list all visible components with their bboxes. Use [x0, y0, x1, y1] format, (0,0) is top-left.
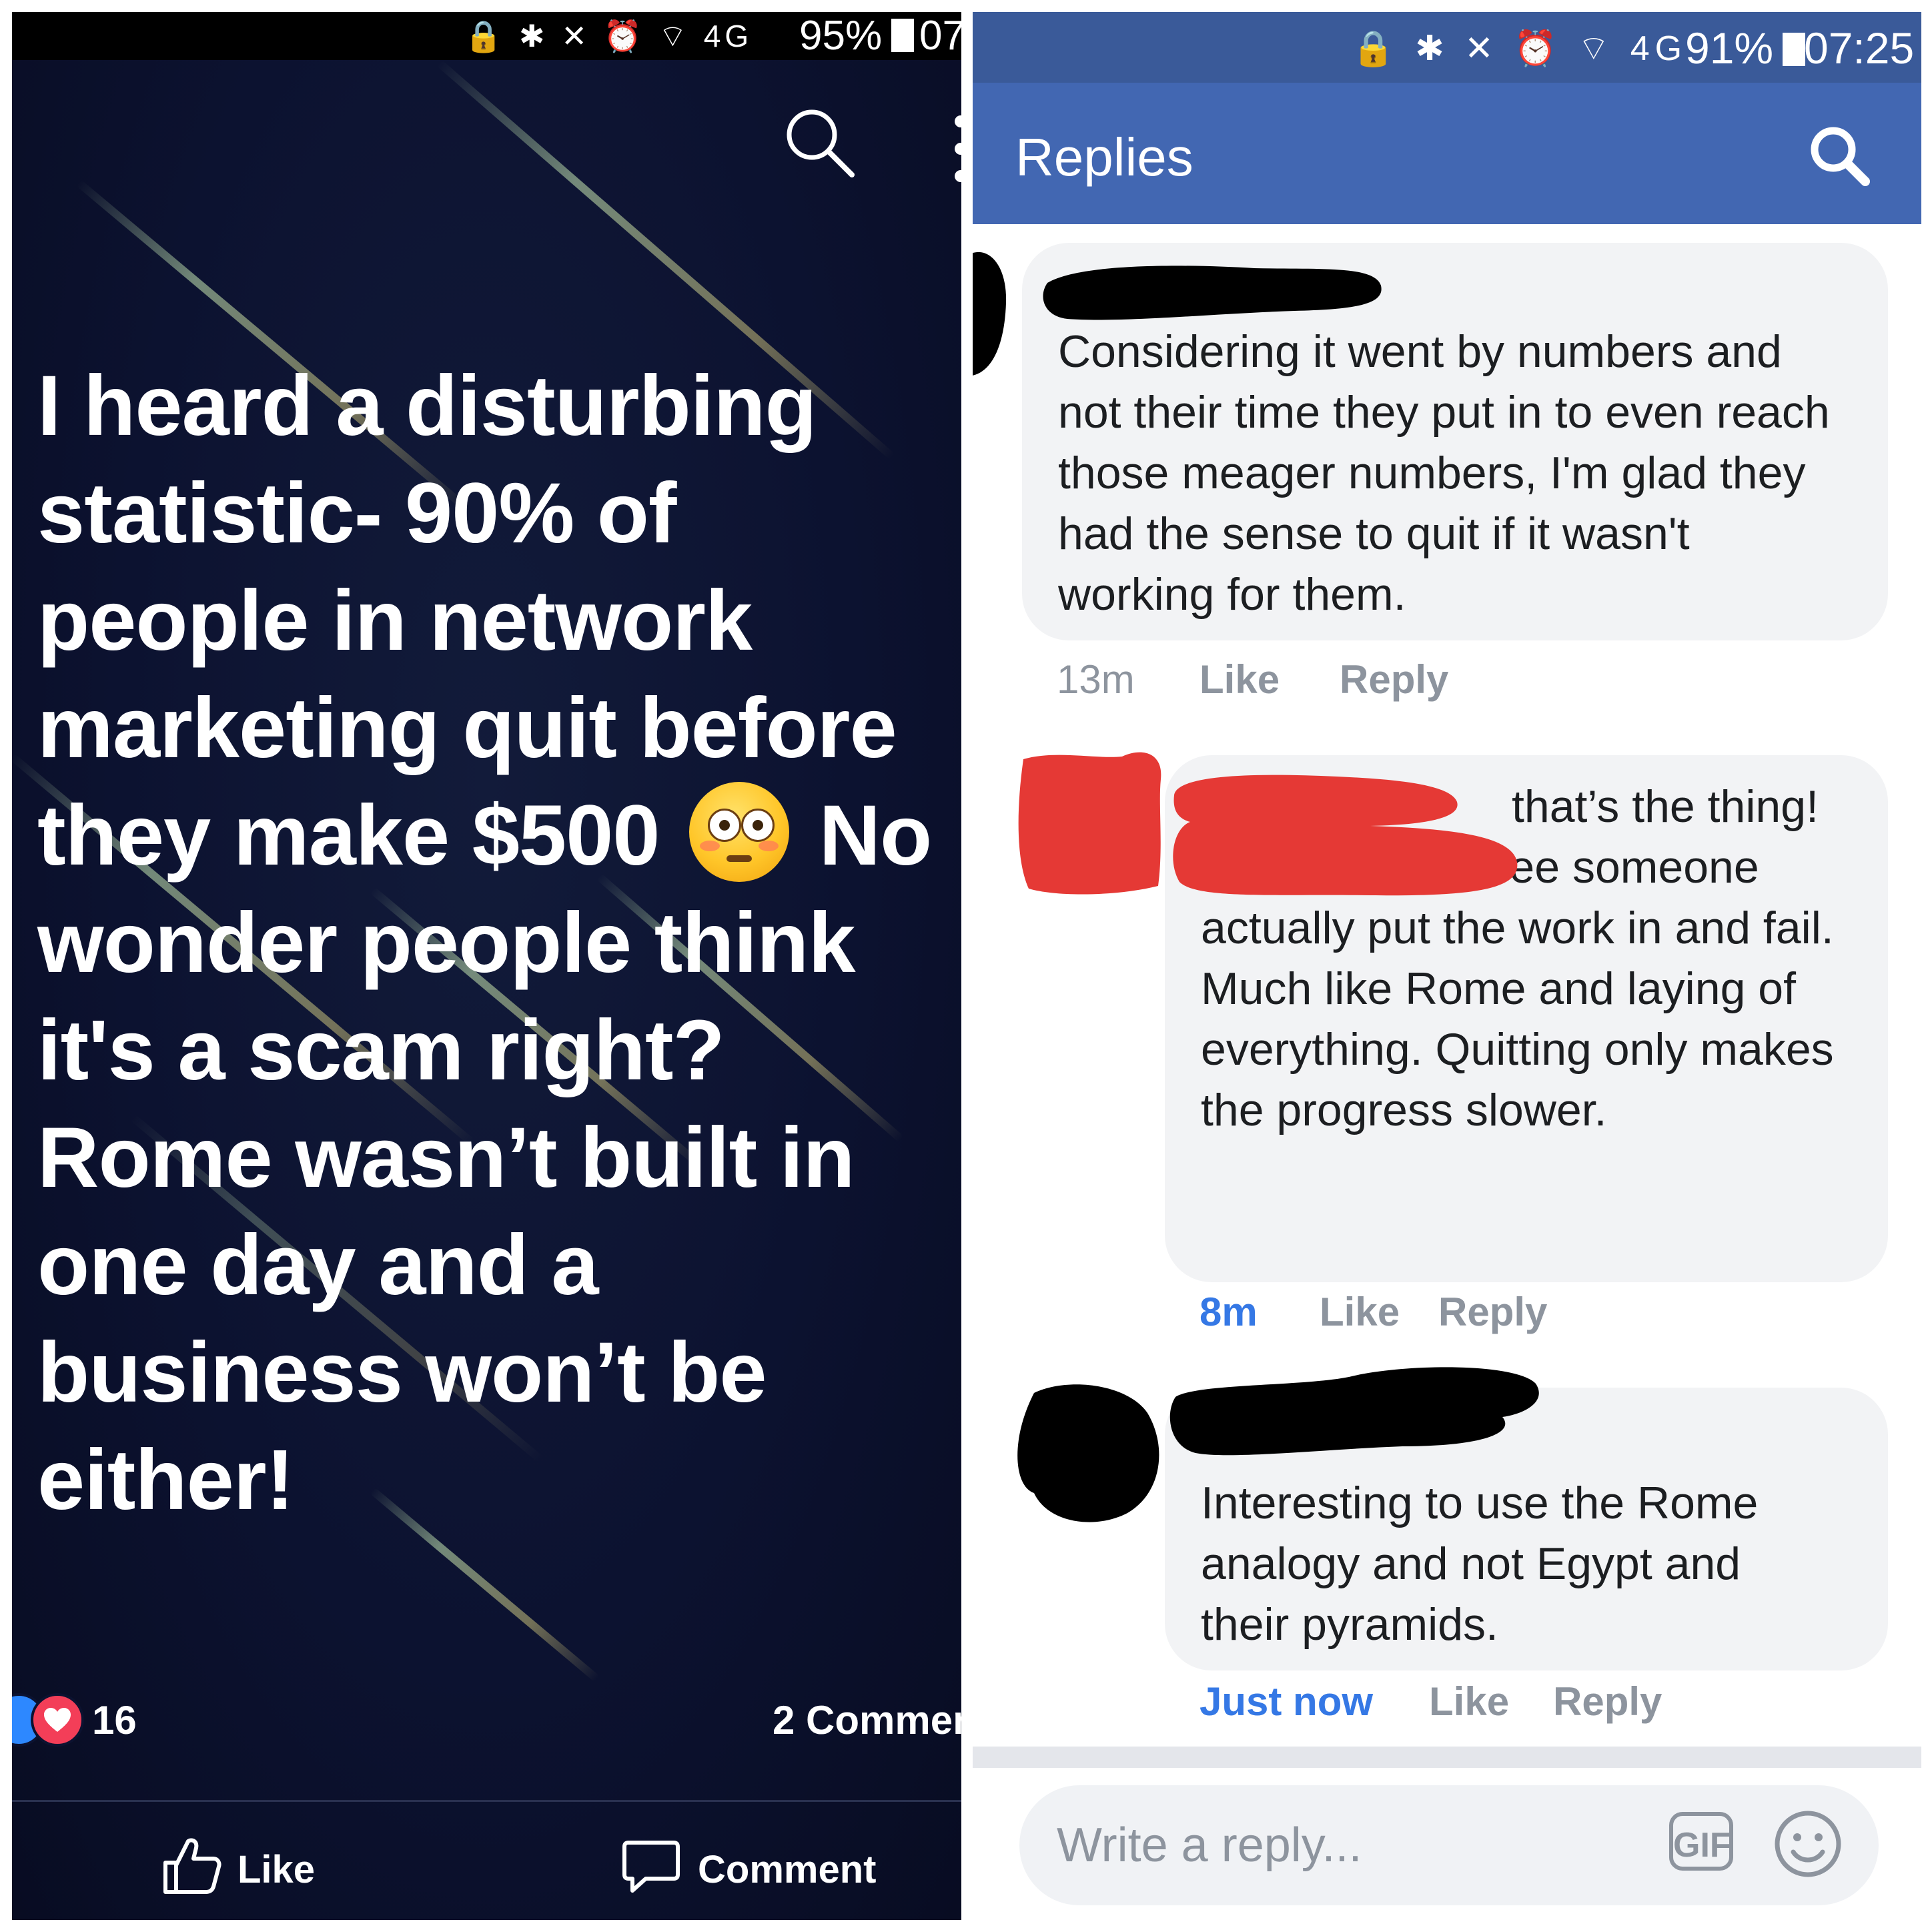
post-screen: 🔒 ✱ ✕ ⏰ ⌔ 4G 95% 07 I heard a disturbing… — [12, 12, 961, 1920]
post-line: business won’t be — [37, 1325, 767, 1420]
status-icons: 🔒 ✱ ✕ ⏰ ⌔ 4G — [1352, 29, 1688, 68]
redacted-author-name — [1173, 775, 1518, 896]
comment-timestamp: Just now — [1199, 1679, 1374, 1724]
post-line: wonder people think — [37, 895, 856, 991]
reply-placeholder: Write a reply... — [1057, 1819, 1362, 1872]
replies-screen: 🔒 ✱ ✕ ⏰ ⌔ 4G 91% 07:25 Replies Consideri… — [973, 12, 1921, 1920]
comment-bubble-icon — [622, 1841, 680, 1893]
post-line: I heard a disturbing — [37, 358, 817, 454]
like-button[interactable]: Like — [159, 1833, 315, 1900]
status-icons: 🔒 ✱ ✕ ⏰ ⌔ 4G — [464, 19, 753, 53]
post-text: I heard a disturbing statistic- 90% of p… — [37, 352, 958, 1534]
clock: 07:25 — [1804, 23, 1915, 73]
comment-text: Considering it went by numbers and not t… — [1058, 326, 1830, 620]
comment-bubble: Considering it went by numbers and not t… — [1022, 243, 1888, 640]
comment-reply-link[interactable]: Reply — [1553, 1678, 1662, 1725]
battery-level: 95% — [799, 12, 915, 60]
post-line: statistic- 90% of — [37, 466, 677, 561]
comment-like-link[interactable]: Like — [1429, 1678, 1509, 1725]
post-line: they make $500 No — [37, 782, 958, 889]
redacted-avatar — [1017, 1384, 1159, 1522]
battery-level: 91% — [1685, 23, 1806, 73]
comment-reply-link[interactable]: Reply — [1340, 656, 1448, 703]
comment-like-link[interactable]: Like — [1320, 1289, 1400, 1336]
status-bar: 🔒 ✱ ✕ ⏰ ⌔ 4G 95% 07 — [12, 12, 961, 60]
redacted-avatar — [1018, 752, 1161, 895]
post-line: marketing quit before — [37, 680, 897, 776]
comment-text: Interesting to use the Rome analogy and … — [1201, 1478, 1759, 1650]
app-bar: Replies — [973, 83, 1921, 224]
redacted-avatar — [973, 252, 1007, 376]
comment-first-line: that’s the thing! — [1512, 781, 1819, 832]
search-icon[interactable] — [783, 105, 856, 179]
redacted-author-name — [1169, 1367, 1539, 1456]
reaction-count: 16 — [92, 1698, 137, 1743]
post-line: one day and a — [37, 1218, 599, 1313]
love-reaction-icon — [31, 1693, 84, 1747]
battery-icon — [1783, 33, 1806, 66]
comment-timestamp: 8m — [1199, 1290, 1258, 1334]
divider — [12, 1800, 961, 1802]
clock: 07 — [919, 13, 961, 59]
status-bar: 🔒 ✱ ✕ ⏰ ⌔ 4G 91% 07:25 — [973, 12, 1921, 83]
search-icon[interactable] — [1807, 123, 1873, 189]
more-options-icon[interactable] — [954, 112, 961, 185]
emoji-icon[interactable] — [1772, 1808, 1844, 1880]
divider — [973, 1747, 1921, 1768]
reply-input[interactable]: Write a reply... GIF — [1019, 1785, 1879, 1905]
post-line: it's a scam right? — [37, 1003, 725, 1098]
comment-timestamp: 13m — [1057, 657, 1135, 702]
thumbs-up-icon — [163, 1838, 221, 1894]
redacted-author-name — [1043, 266, 1382, 320]
comment-like-link[interactable]: Like — [1199, 656, 1280, 703]
comments-count-link[interactable]: 2 Commen — [773, 1699, 961, 1743]
post-line: Rome wasn’t built in — [37, 1110, 855, 1205]
post-line: people in network — [37, 573, 753, 668]
comment-button[interactable]: Comment — [619, 1833, 876, 1900]
comment-reply-link[interactable]: Reply — [1438, 1289, 1547, 1336]
flushed-face-emoji-icon — [689, 782, 789, 882]
gif-button[interactable]: GIF — [1669, 1812, 1733, 1871]
battery-icon — [891, 19, 915, 52]
post-line: either! — [37, 1432, 294, 1528]
page-title: Replies — [1015, 127, 1193, 187]
